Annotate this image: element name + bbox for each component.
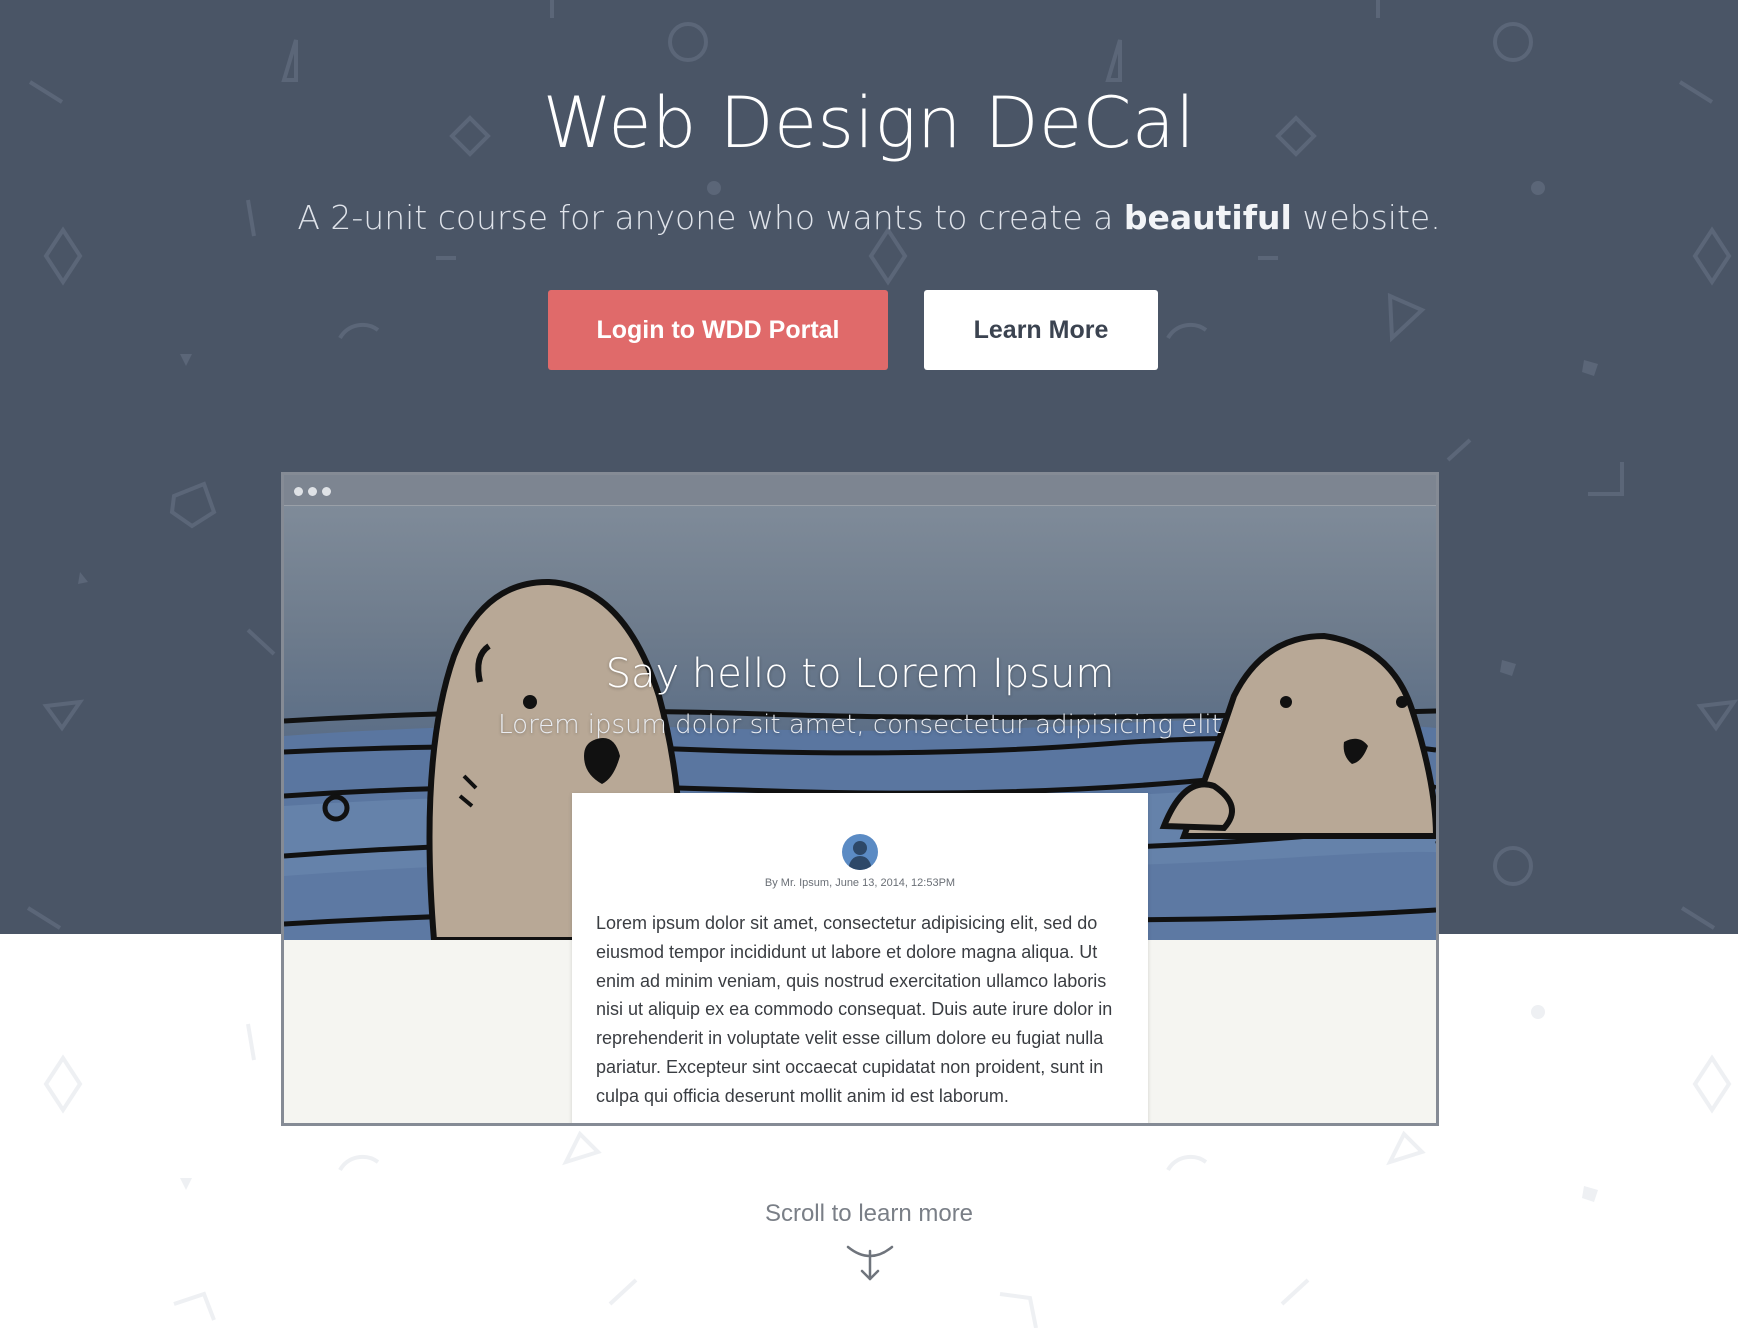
login-button[interactable]: Login to WDD Portal bbox=[548, 290, 888, 370]
learn-more-button[interactable]: Learn More bbox=[924, 290, 1158, 370]
browser-mockup: Say hello to Lorem Ipsum Lorem ipsum dol… bbox=[281, 472, 1439, 1126]
page-title: Web Design DeCal bbox=[542, 82, 1196, 164]
subtitle-emphasis: beautiful bbox=[1123, 198, 1292, 237]
window-dot-icon bbox=[308, 487, 317, 496]
article-card: By Mr. Ipsum, June 13, 2014, 12:53PM Lor… bbox=[572, 793, 1148, 1123]
preview-title: Say hello to Lorem Ipsum bbox=[605, 651, 1115, 697]
article-body: Lorem ipsum dolor sit amet, consectetur … bbox=[596, 913, 1113, 1106]
user-icon bbox=[848, 841, 872, 870]
browser-title-bar bbox=[284, 475, 1436, 506]
subtitle-text-end: website. bbox=[1291, 198, 1441, 237]
subtitle-text: A 2-unit course for anyone who wants to … bbox=[297, 198, 1124, 237]
window-dot-icon bbox=[322, 487, 331, 496]
scroll-hint[interactable]: Scroll to learn more bbox=[0, 1200, 1738, 1228]
window-dot-icon bbox=[294, 487, 303, 496]
preview-subtitle: Lorem ipsum dolor sit amet, consectetur … bbox=[498, 710, 1222, 740]
arrow-down-icon[interactable] bbox=[846, 1243, 894, 1283]
article-byline: By Mr. Ipsum, June 13, 2014, 12:53PM bbox=[764, 877, 956, 889]
avatar bbox=[842, 834, 878, 870]
page-subtitle: A 2-unit course for anyone who wants to … bbox=[0, 198, 1738, 237]
